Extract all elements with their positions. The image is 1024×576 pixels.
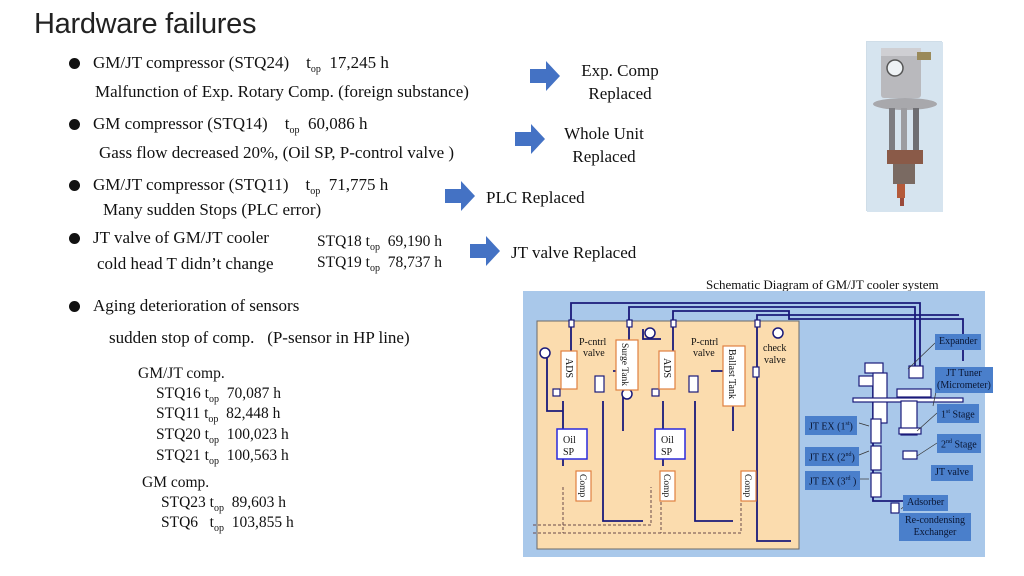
label-jt-ex-3: JT EX (3rd ) [805, 471, 861, 491]
label-jt-tuner: JT Tuner (Micrometer) [935, 367, 993, 393]
item-1-detail: Malfunction of Exp. Rotary Comp. (foreig… [95, 82, 469, 101]
right-arrow-icon [445, 181, 475, 211]
label-jt-valve: JT valve [931, 465, 973, 481]
label-jt-ex-2: JT EX (2nd) [805, 447, 859, 467]
label-oil-sp: SP [563, 447, 575, 458]
group-name: GM comp. [142, 474, 210, 491]
item-1-result: Exp. Comp Replaced [581, 61, 659, 103]
label-surge-tank: Surge Tank [619, 343, 629, 386]
bullet-dot [69, 233, 80, 244]
unit-row: STQ16 top 70,087 h [156, 385, 281, 405]
unit-row: STQ23 top 89,603 h [161, 494, 286, 514]
item-2-headline: GM compressor (STQ14) top 60,086 h [93, 114, 368, 136]
slide-title: Hardware failures [34, 8, 257, 40]
label-comp: Comp [742, 474, 752, 497]
bullet-dot [69, 58, 80, 69]
right-arrow-icon [530, 61, 560, 91]
bullet-dot [69, 301, 80, 312]
label-comp: Comp [577, 474, 587, 497]
cold-head-photo [866, 41, 943, 212]
label-check-valve: valve [764, 355, 786, 366]
item-4-unit-2: STQ19 top 78,737 h [317, 254, 442, 274]
label-recondensing: Re-condensing Exchanger [899, 513, 971, 541]
unit-row: STQ6 top 103,855 h [161, 514, 294, 534]
label-oil-sp: Oil [661, 435, 674, 446]
label-p-cntrl: valve [583, 348, 605, 359]
item-2-result: Whole Unit Replaced [564, 124, 644, 166]
bullet-dot [69, 119, 80, 130]
unit-row: STQ11 top 82,448 h [156, 405, 281, 425]
top-label: top [305, 175, 321, 197]
label-p-cntrl: P-cntrl [579, 337, 606, 348]
top-label: top [306, 53, 321, 75]
label-adsorber: Adsorber [903, 495, 949, 511]
item-1-headline: GM/JT compressor (STQ24) top 17,245 h [93, 53, 389, 75]
label-p-cntrl: valve [693, 348, 715, 359]
item-4-headline: JT valve of GM/JT cooler [93, 228, 269, 247]
label-stage-2: 2nd Stage [937, 434, 981, 454]
label-comp: Comp [661, 474, 671, 497]
label-stage-1: 1st Stage [937, 404, 979, 424]
label-p-cntrl: P-cntrl [691, 337, 718, 348]
label-ballast-tank: Ballast Tank [726, 349, 737, 399]
label-oil-sp: Oil [563, 435, 576, 446]
right-arrow-icon [515, 124, 545, 154]
hours-value: 71,775 h [328, 175, 389, 194]
hours-value: 60,086 h [307, 114, 368, 133]
cold-head-image [867, 42, 943, 212]
item-4-result: JT valve Replaced [511, 243, 637, 262]
bullet-dot [69, 180, 80, 191]
label-expander: Expander [935, 334, 982, 350]
item-4-unit-1: STQ18 top 69,190 h [317, 233, 442, 253]
right-arrow-icon [470, 236, 500, 266]
aging-detail-note: (P-sensor in HP line) [267, 328, 410, 347]
aging-detail: sudden stop of comp. (P-sensor in HP lin… [109, 328, 410, 347]
item-3-detail: Many sudden Stops (PLC error) [103, 200, 322, 219]
label-ads: ADS [563, 358, 574, 378]
label-oil-sp: SP [661, 447, 673, 458]
item-4-detail: cold head T didn’t change [97, 254, 274, 273]
group-name: GM/JT comp. [138, 365, 225, 382]
label-jt-ex-1: JT EX (1st) [805, 416, 857, 436]
schematic-diagram: ADS ADS Surge Tank Ballast Tank P-cntrl … [523, 291, 993, 557]
unit-row: STQ20 top 100,023 h [156, 426, 289, 446]
top-label: top [284, 114, 300, 136]
item-3-result: PLC Replaced [486, 188, 585, 207]
label-ads: ADS [661, 358, 672, 378]
item-2-detail: Gass flow decreased 20%, (Oil SP, P-cont… [99, 143, 455, 162]
unit-row: STQ21 top 100,563 h [156, 447, 289, 467]
item-3-headline: GM/JT compressor (STQ11) top 71,775 h [93, 175, 389, 197]
aging-headline: Aging deterioration of sensors [93, 296, 300, 315]
label-check-valve: check [763, 343, 786, 354]
hours-value: 17,245 h [329, 53, 389, 72]
